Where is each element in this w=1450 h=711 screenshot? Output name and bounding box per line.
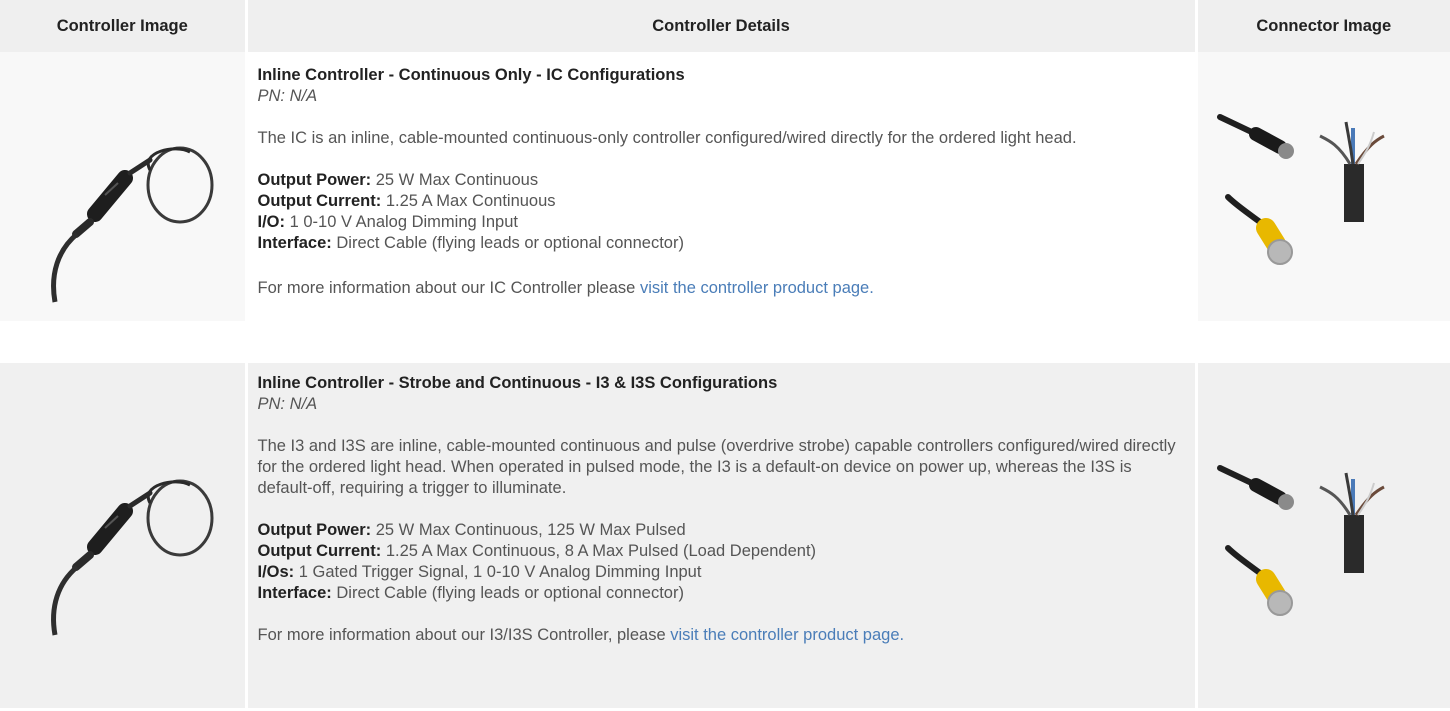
- spec-output-power: Output Power: 25 W Max Continuous: [257, 171, 539, 189]
- controller-product-page-link[interactable]: visit the controller product page.: [640, 279, 874, 297]
- header-controller-image: Controller Image: [0, 0, 248, 52]
- controller-table: Controller Image Controller Details Conn…: [0, 0, 1450, 708]
- controller-details-cell: Inline Controller - Strobe and Continuou…: [246, 361, 1198, 708]
- connector-image-cell: [1196, 52, 1450, 363]
- more-info: For more information about our IC Contro…: [257, 279, 874, 297]
- inline-controller-image: [51, 146, 214, 303]
- controller-product-page-link[interactable]: visit the controller product page.: [670, 626, 904, 644]
- spec-interface: Interface: Direct Cable (flying leads or…: [257, 583, 684, 602]
- controller-title: Inline Controller - Continuous Only - IC…: [257, 66, 685, 84]
- controller-image-cell: [0, 361, 248, 709]
- table-row: Inline Controller - Strobe and Continuou…: [0, 361, 1450, 708]
- connector-image: [1197, 52, 1450, 321]
- spec-list: Output Power: 25 W Max Continuous Output…: [258, 170, 1185, 254]
- spec-list: Output Power: 25 W Max Continuous, 125 W…: [258, 520, 1185, 604]
- controller-image: [0, 52, 245, 321]
- header-connector-image: Connector Image: [1196, 0, 1450, 52]
- table-row: Inline Controller - Continuous Only - IC…: [0, 52, 1450, 363]
- connector-image: [1216, 114, 1385, 265]
- connector-image: [1216, 464, 1385, 616]
- connector-image-cell: [1196, 361, 1450, 708]
- more-info: For more information about our I3/I3S Co…: [257, 625, 905, 644]
- controller-description: The I3 and I3S are inline, cable-mounted…: [257, 436, 1176, 497]
- table-header-row: Controller Image Controller Details Conn…: [0, 0, 1450, 52]
- spec-output-power: Output Power: 25 W Max Continuous, 125 W…: [257, 520, 686, 539]
- controller-details-cell: Inline Controller - Continuous Only - IC…: [246, 52, 1198, 363]
- spec-ios: I/Os: 1 Gated Trigger Signal, 1 0-10 V A…: [257, 562, 702, 581]
- controller-image: [0, 363, 245, 709]
- inline-controller-image: [51, 479, 214, 635]
- spec-io: I/O: 1 0-10 V Analog Dimming Input: [257, 213, 518, 231]
- connector-image: [1198, 363, 1450, 709]
- controller-image-cell: [0, 52, 248, 363]
- controller-title: Inline Controller - Strobe and Continuou…: [257, 373, 778, 392]
- spec-output-current: Output Current: 1.25 A Max Continuous, 8…: [257, 541, 817, 560]
- part-number: PN: N/A: [257, 87, 318, 105]
- part-number: PN: N/A: [257, 394, 318, 413]
- header-controller-details: Controller Details: [246, 0, 1198, 52]
- spec-output-current: Output Current: 1.25 A Max Continuous: [257, 192, 556, 210]
- spec-interface: Interface: Direct Cable (flying leads or…: [257, 234, 684, 252]
- controller-description: The IC is an inline, cable-mounted conti…: [257, 129, 1077, 147]
